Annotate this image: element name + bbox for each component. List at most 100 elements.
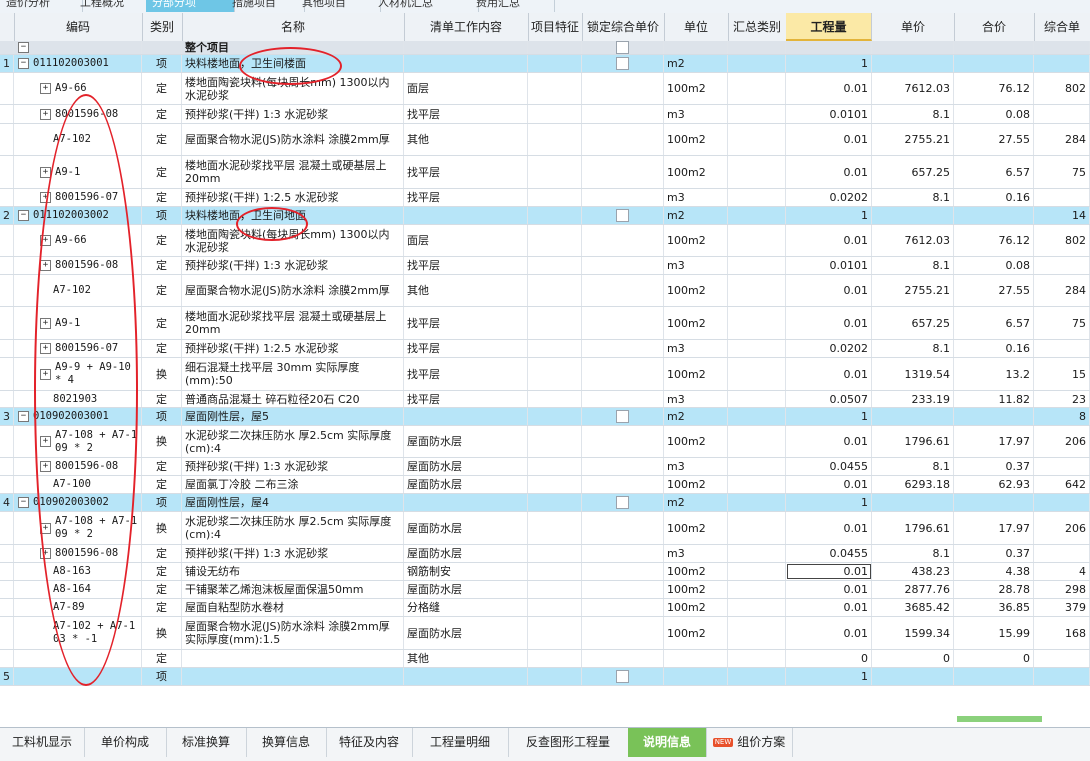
table-row[interactable]: + A7-108 + A7-109 * 2 换水泥砂浆二次抹压防水 厚2.5cm 实… (0, 426, 1090, 458)
top-tab[interactable]: 其他项目 (296, 0, 381, 12)
top-tab[interactable]: 费用汇总 (470, 0, 555, 12)
code-cell[interactable]: + A7-108 + A7-109 * 2 (14, 512, 142, 544)
quantity-cell[interactable]: 0.0455 (786, 458, 872, 475)
quantity-cell[interactable]: 0.01 (786, 617, 872, 649)
code-cell[interactable]: +8001596-08 (14, 545, 142, 562)
lock-checkbox[interactable] (616, 41, 629, 54)
column-header[interactable]: 编码 (14, 13, 143, 41)
expand-icon[interactable]: + (40, 192, 51, 203)
expand-icon[interactable]: + (40, 368, 51, 380)
code-cell[interactable]: A8-163 (14, 563, 142, 580)
feature-cell[interactable] (528, 124, 582, 155)
lock-price-cell[interactable] (582, 617, 664, 649)
lock-price-cell[interactable] (582, 494, 664, 511)
lock-price-cell[interactable] (582, 581, 664, 598)
code-cell[interactable]: +8001596-08 (14, 458, 142, 475)
code-cell[interactable]: A7-102 + A7-103 * -1 (14, 617, 142, 649)
feature-cell[interactable] (528, 55, 582, 72)
lock-price-cell[interactable] (582, 358, 664, 390)
bottom-tab[interactable]: 特征及内容 (326, 728, 413, 757)
table-row[interactable]: 4−010902003002 项屋面刚性层，屋4 m2 1 (0, 494, 1090, 512)
lock-price-cell[interactable] (582, 340, 664, 357)
feature-cell[interactable] (528, 650, 582, 667)
code-cell[interactable]: A8-164 (14, 581, 142, 598)
feature-cell[interactable] (528, 408, 582, 425)
table-row[interactable]: 定其他 0 0 0 (0, 650, 1090, 668)
code-cell[interactable] (14, 650, 142, 667)
feature-cell[interactable] (528, 494, 582, 511)
code-cell[interactable]: + A7-108 + A7-109 * 2 (14, 426, 142, 457)
table-row[interactable]: 2−011102003002 项块料楼地面，卫生间地面 m2 1 14 (0, 207, 1090, 225)
feature-cell[interactable] (528, 617, 582, 649)
feature-cell[interactable] (528, 668, 582, 685)
feature-cell[interactable] (528, 207, 582, 224)
code-cell[interactable]: 8021903 (14, 391, 142, 407)
quantity-cell[interactable]: 0.01 (786, 512, 872, 544)
column-header[interactable]: 项目特征 (528, 13, 583, 41)
quantity-cell[interactable] (786, 41, 872, 54)
expand-icon[interactable]: + (40, 166, 51, 178)
column-header[interactable]: 单位 (664, 13, 729, 41)
bottom-tab[interactable]: 工料机显示 (0, 728, 85, 757)
code-cell[interactable]: A7-102 (14, 124, 142, 155)
table-row[interactable]: 5 项 1 (0, 668, 1090, 686)
column-header[interactable]: 锁定综合单价 (582, 13, 665, 41)
code-cell[interactable]: −010902003001 (14, 408, 142, 425)
lock-price-cell[interactable] (582, 105, 664, 123)
column-header[interactable]: 汇总类别 (728, 13, 787, 41)
quantity-cell[interactable]: 0.01 (786, 73, 872, 104)
lock-price-cell[interactable] (582, 426, 664, 457)
feature-cell[interactable] (528, 599, 582, 616)
lock-checkbox[interactable] (616, 670, 629, 683)
table-row[interactable]: +8001596-08 定预拌砂浆(干拌) 1:3 水泥砂浆 屋面防水层 m3 0.04… (0, 458, 1090, 476)
top-tab[interactable]: 措施项目 (226, 0, 305, 12)
collapse-icon[interactable]: − (18, 58, 29, 69)
lock-price-cell[interactable] (582, 307, 664, 339)
code-cell[interactable]: −011102003001 (14, 55, 142, 72)
lock-checkbox[interactable] (616, 496, 629, 509)
lock-price-cell[interactable] (582, 512, 664, 544)
feature-cell[interactable] (528, 307, 582, 339)
bottom-tab[interactable]: 单价构成 (84, 728, 167, 757)
table-row[interactable]: +8001596-08 定预拌砂浆(干拌) 1:3 水泥砂浆 找平层 m3 0.0101… (0, 257, 1090, 275)
lock-price-cell[interactable] (582, 207, 664, 224)
quantity-cell[interactable]: 0.0202 (786, 340, 872, 357)
column-header[interactable]: 类别 (142, 13, 183, 41)
table-row[interactable]: +8001596-07 定预拌砂浆(干拌) 1:2.5 水泥砂浆 找平层 m3 0.02… (0, 189, 1090, 207)
expand-icon[interactable]: + (40, 548, 51, 559)
lock-price-cell[interactable] (582, 41, 664, 54)
quantity-cell[interactable]: 0.0507 (786, 391, 872, 407)
lock-price-cell[interactable] (582, 55, 664, 72)
quantity-cell[interactable]: 1 (786, 494, 872, 511)
lock-price-cell[interactable] (582, 668, 664, 685)
table-row[interactable]: A7-102 定屋面聚合物水泥(JS)防水涂料 涂膜2mm厚 其他 100m2 0.01… (0, 275, 1090, 307)
expand-icon[interactable]: + (40, 522, 51, 534)
quantity-cell[interactable]: 1 (786, 408, 872, 425)
table-row[interactable]: + A9-1 定楼地面水泥砂浆找平层 混凝土或硬基层上 20mm 找平层 100m2 0.… (0, 156, 1090, 189)
quantity-cell[interactable]: 0.01 (786, 358, 872, 390)
feature-cell[interactable] (528, 105, 582, 123)
expand-icon[interactable]: + (40, 436, 51, 447)
column-header[interactable]: 综合单 (1034, 13, 1090, 41)
quantity-cell[interactable]: 0.01 (786, 307, 872, 339)
code-cell[interactable]: +8001596-07 (14, 189, 142, 206)
bottom-tab[interactable]: 反查图形工程量 (508, 728, 629, 757)
top-tab[interactable]: 分部分项 (146, 0, 235, 12)
quantity-cell[interactable]: 0.01 (786, 156, 872, 188)
column-header[interactable]: 清单工作内容 (404, 13, 529, 41)
quantity-cell[interactable]: 1 (786, 55, 872, 72)
table-row[interactable]: +8001596-07 定预拌砂浆(干拌) 1:2.5 水泥砂浆 找平层 m3 0.02… (0, 340, 1090, 358)
table-row[interactable]: A7-102 + A7-103 * -1 换屋面聚合物水泥(JS)防水涂料 涂膜2… (0, 617, 1090, 650)
code-cell[interactable]: + A9-66 (14, 73, 142, 104)
bottom-tab[interactable]: 说明信息 (628, 728, 707, 757)
scroll-indicator[interactable] (957, 716, 1042, 722)
expand-icon[interactable]: + (40, 83, 51, 94)
quantity-cell[interactable]: 0.0202 (786, 189, 872, 206)
code-cell[interactable]: + A9-1 (14, 156, 142, 188)
quantity-cell[interactable]: 0.0455 (786, 545, 872, 562)
feature-cell[interactable] (528, 391, 582, 407)
code-cell[interactable]: +8001596-07 (14, 340, 142, 357)
table-row[interactable]: A7-102 定屋面聚合物水泥(JS)防水涂料 涂膜2mm厚 其他 100m2 0.01… (0, 124, 1090, 156)
table-row[interactable]: + A9-1 定楼地面水泥砂浆找平层 混凝土或硬基层上 20mm 找平层 100m2 0.… (0, 307, 1090, 340)
collapse-icon[interactable]: − (18, 210, 29, 221)
